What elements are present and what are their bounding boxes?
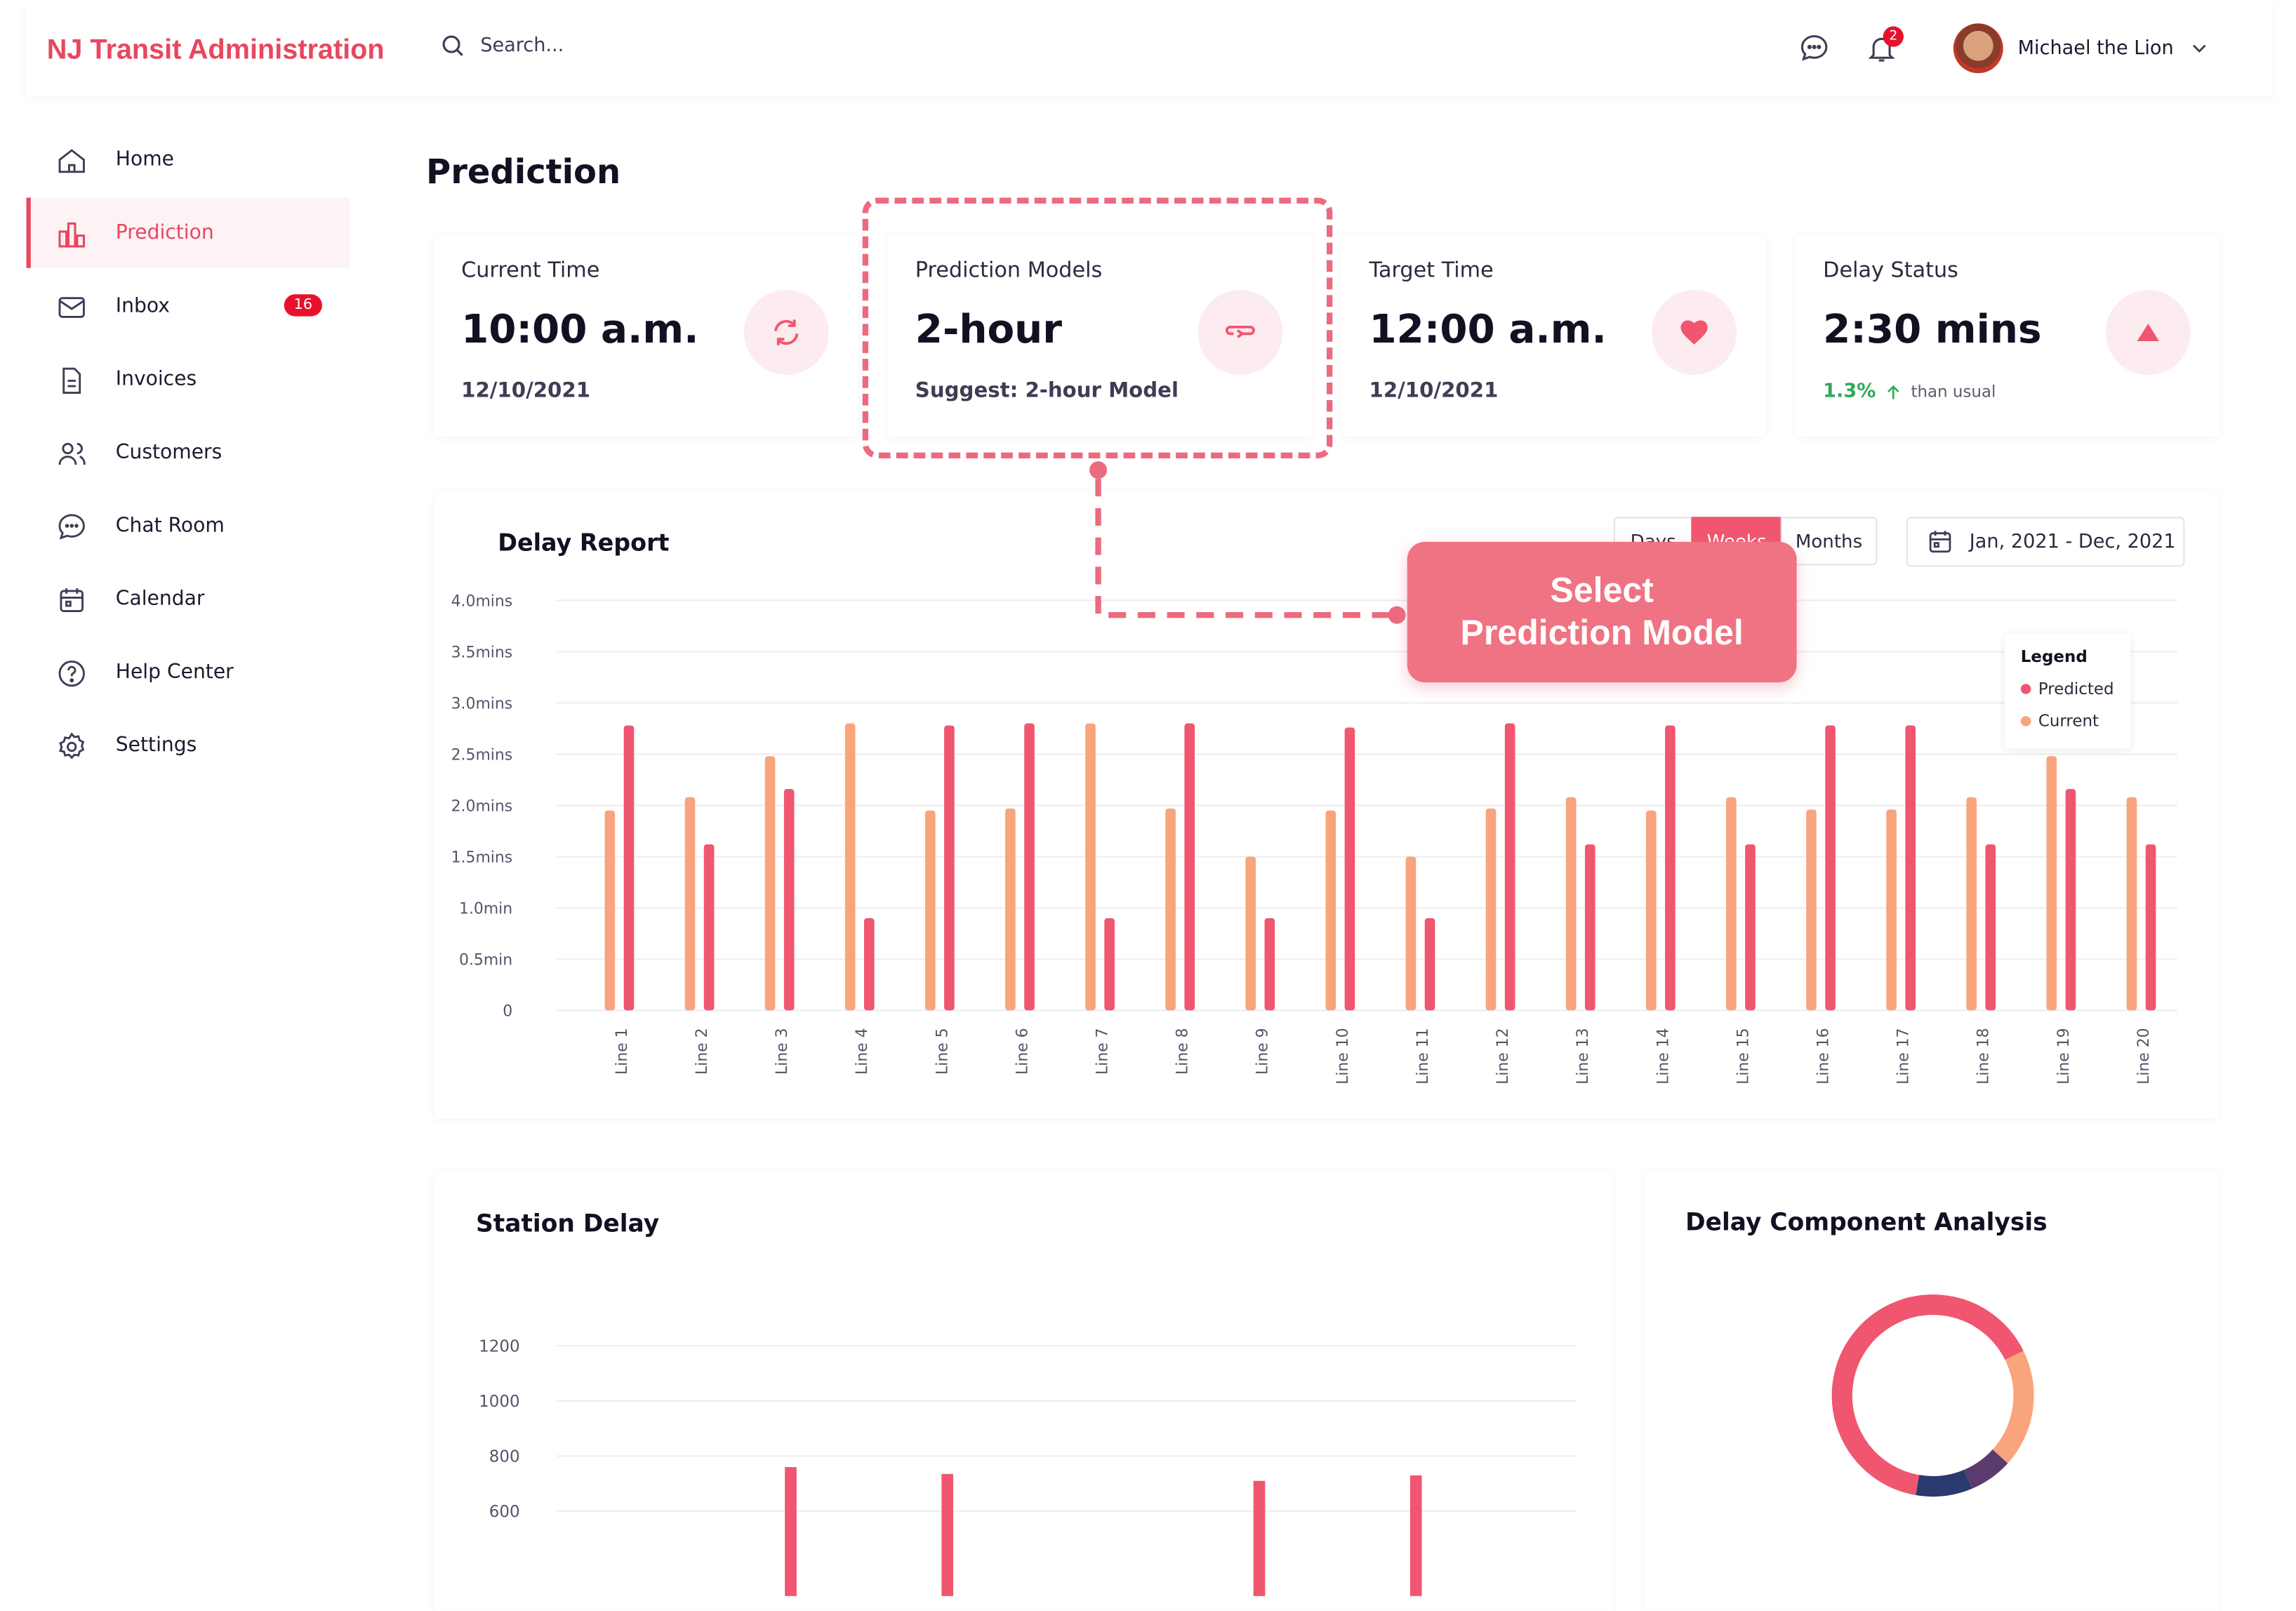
donut-slice <box>1916 1469 1972 1497</box>
delay-component-donut <box>1831 1294 2034 1497</box>
donut-slice <box>1992 1351 2034 1464</box>
donut-slice <box>1963 1449 2008 1489</box>
app-root: NJ Transit Administration Search... 2 Mi… <box>0 0 2296 1611</box>
